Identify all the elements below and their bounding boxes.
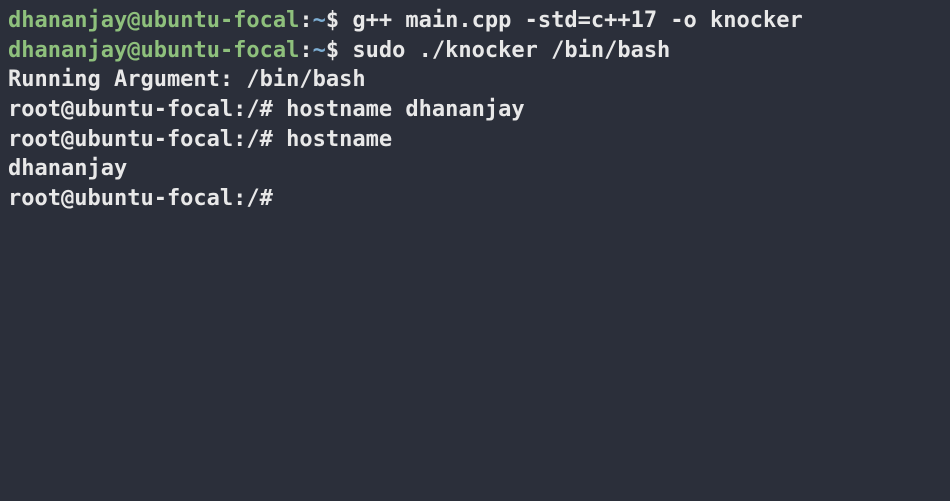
prompt-host: ubuntu-focal: [140, 8, 299, 33]
prompt-at: @: [127, 38, 140, 63]
prompt-user: dhananjay: [8, 8, 127, 33]
prompt-root: root@ubuntu-focal:/#: [8, 97, 273, 122]
prompt-sigil: $: [326, 38, 339, 63]
prompt-at: @: [127, 8, 140, 33]
terminal-line[interactable]: root@ubuntu-focal:/# hostname: [8, 125, 942, 155]
command-text: g++ main.cpp -std=c++17 -o knocker: [352, 8, 802, 33]
prompt-colon: :: [299, 8, 312, 33]
command-text: sudo ./knocker /bin/bash: [352, 38, 670, 63]
prompt-host: ubuntu-focal: [140, 38, 299, 63]
terminal-line[interactable]: dhananjay@ubuntu-focal:~$ sudo ./knocker…: [8, 36, 942, 66]
prompt-root: root@ubuntu-focal:/#: [8, 186, 273, 211]
prompt-sigil: $: [326, 8, 339, 33]
prompt-user: dhananjay: [8, 38, 127, 63]
prompt-path: ~: [313, 8, 326, 33]
terminal-line[interactable]: root@ubuntu-focal:/# hostname dhananjay: [8, 95, 942, 125]
terminal-output: dhananjay: [8, 154, 942, 184]
prompt-root: root@ubuntu-focal:/#: [8, 127, 273, 152]
command-text: hostname: [286, 127, 392, 152]
terminal-line[interactable]: root@ubuntu-focal:/#: [8, 184, 942, 214]
prompt-colon: :: [299, 38, 312, 63]
terminal-output: Running Argument: /bin/bash: [8, 65, 942, 95]
prompt-path: ~: [313, 38, 326, 63]
terminal-line[interactable]: dhananjay@ubuntu-focal:~$ g++ main.cpp -…: [8, 6, 942, 36]
command-text: hostname dhananjay: [286, 97, 524, 122]
